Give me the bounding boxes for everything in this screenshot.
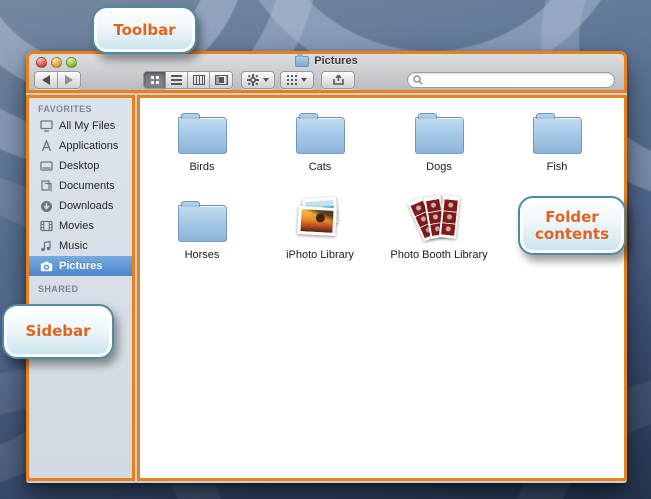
sidebar-item-label: Movies	[59, 220, 94, 232]
sidebar-header-shared: SHARED	[38, 284, 79, 294]
item-label: Photo Booth Library	[390, 249, 488, 261]
back-icon	[42, 75, 50, 85]
sidebar-item-label: Pictures	[59, 260, 103, 272]
column-view-button[interactable]	[188, 71, 210, 89]
grid-item-dogs[interactable]: Dogs	[387, 108, 491, 174]
downloads-icon	[39, 200, 53, 213]
all-my-files-icon	[39, 120, 53, 132]
search-icon	[413, 75, 423, 85]
callout-folder-contents: Folder contents	[518, 196, 626, 255]
folder-icon	[532, 113, 582, 154]
music-icon	[39, 240, 53, 252]
gear-icon	[247, 74, 259, 86]
window-title-area: Pictures	[29, 53, 624, 67]
sidebar-item-downloads[interactable]: Downloads	[29, 196, 132, 216]
sidebar-item-label: Desktop	[59, 160, 100, 172]
coverflow-view-button[interactable]	[210, 71, 233, 89]
grid-item-photo-booth-library[interactable]: Photo Booth Library	[387, 194, 491, 262]
toolbar	[29, 70, 624, 92]
photo-booth-library-icon	[407, 194, 465, 242]
camera-icon	[39, 261, 53, 272]
sidebar-item-label: Music	[59, 240, 88, 252]
callout-sidebar-label: Sidebar	[25, 322, 91, 340]
item-label: Cats	[308, 161, 332, 173]
grid-item-birds[interactable]: Birds	[150, 108, 254, 174]
action-menu-button[interactable]	[241, 71, 275, 89]
sidebar-item-label: All My Files	[59, 120, 116, 132]
search-input[interactable]	[427, 74, 614, 86]
icon-view-button[interactable]	[143, 71, 166, 89]
folder-icon	[177, 201, 227, 242]
callout-sidebar: Sidebar	[2, 304, 114, 359]
forward-button[interactable]	[58, 71, 81, 89]
back-button[interactable]	[34, 71, 58, 89]
sidebar-item-label: Applications	[59, 140, 119, 152]
sidebar-item-desktop[interactable]: Desktop	[29, 156, 132, 176]
item-label: Horses	[184, 249, 220, 261]
window-title: Pictures	[314, 55, 358, 67]
proxy-folder-icon	[295, 53, 310, 67]
sidebar-item-applications[interactable]: Applications	[29, 136, 132, 156]
arrange-grid-icon	[287, 75, 289, 77]
icon-view-icon	[150, 76, 154, 79]
folder-icon	[177, 113, 227, 154]
movies-icon	[39, 220, 53, 232]
callout-toolbar-label: Toolbar	[113, 20, 176, 39]
folder-icon	[414, 113, 464, 154]
grid-item-fish[interactable]: Fish	[505, 108, 609, 174]
sidebar-item-documents[interactable]: Documents	[29, 176, 132, 196]
grid-item-iphoto-library[interactable]: iPhoto Library	[268, 196, 372, 262]
desktop-background: Pictures FAVORITES All My Files Applicat…	[0, 0, 651, 499]
desktop-icon	[39, 160, 53, 172]
forward-icon	[65, 75, 73, 85]
documents-icon	[39, 180, 53, 192]
folder-icon	[295, 113, 345, 154]
iphoto-library-icon	[295, 196, 345, 242]
folder-contents-region: Birds Cats Dogs Fish Horses iPhoto Libra…	[137, 95, 627, 481]
titlebar[interactable]: Pictures	[29, 53, 624, 68]
sidebar-header-favorites: FAVORITES	[38, 104, 92, 114]
share-button[interactable]	[321, 71, 355, 89]
arrange-menu-button[interactable]	[280, 71, 314, 89]
sidebar-item-all-my-files[interactable]: All My Files	[29, 116, 132, 136]
item-label: Fish	[546, 161, 568, 173]
dropdown-caret-icon	[301, 78, 307, 82]
applications-icon	[39, 140, 53, 152]
toolbar-region: Pictures	[26, 51, 627, 93]
share-icon	[332, 74, 344, 85]
list-view-button[interactable]	[166, 71, 188, 89]
sidebar-item-label: Documents	[59, 180, 115, 192]
column-view-icon	[192, 75, 205, 85]
sidebar-item-music[interactable]: Music	[29, 236, 132, 256]
dropdown-caret-icon	[263, 78, 269, 82]
sidebar-item-pictures[interactable]: Pictures	[29, 256, 132, 276]
item-label: Dogs	[426, 161, 452, 173]
finder-window: Pictures FAVORITES All My Files Applicat…	[26, 51, 627, 483]
item-label: iPhoto Library	[286, 249, 354, 261]
grid-item-horses[interactable]: Horses	[150, 196, 254, 262]
item-label: Birds	[189, 161, 215, 173]
search-field[interactable]	[407, 72, 615, 88]
coverflow-view-icon	[214, 75, 228, 85]
list-view-icon	[171, 75, 182, 85]
callout-folder-contents-label: Folder contents	[535, 207, 609, 243]
grid-item-cats[interactable]: Cats	[268, 108, 372, 174]
callout-toolbar: Toolbar	[92, 6, 197, 54]
sidebar-item-movies[interactable]: Movies	[29, 216, 132, 236]
sidebar-item-label: Downloads	[59, 200, 114, 212]
sidebar-region: FAVORITES All My Files Applications Desk…	[26, 95, 135, 481]
